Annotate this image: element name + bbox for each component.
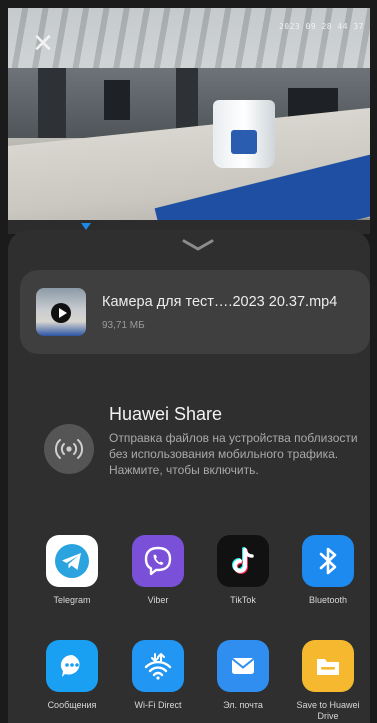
file-name: Камера для тест….2023 20.37.mp4 (102, 294, 338, 310)
wifi-direct-icon (132, 640, 184, 692)
huawei-share-title[interactable]: Huawei Share (109, 404, 222, 425)
share-app-label: Wi-Fi Direct (134, 700, 182, 710)
share-app-email[interactable]: Эл. почта (201, 640, 285, 711)
share-app-label: Save to Huawei Drive (296, 700, 360, 721)
file-card[interactable]: Камера для тест….2023 20.37.mp4 93,71 МБ (20, 270, 370, 354)
tiktok-icon (217, 535, 269, 587)
video-monitor (104, 80, 130, 120)
telegram-icon (46, 535, 98, 587)
share-app-huawei-drive[interactable]: Save to Huawei Drive (286, 640, 370, 722)
playhead-marker-icon[interactable] (81, 223, 91, 230)
video-thumbnail (36, 288, 86, 336)
video-cabinet (38, 68, 66, 138)
play-icon (51, 303, 71, 323)
viber-icon (132, 535, 184, 587)
share-app-label: Bluetooth (308, 595, 348, 605)
share-app-label: Сообщения (47, 700, 97, 710)
huawei-drive-icon (302, 640, 354, 692)
share-app-wifi-direct[interactable]: Wi-Fi Direct (116, 640, 200, 711)
email-icon (217, 640, 269, 692)
messages-icon (46, 640, 98, 692)
bluetooth-icon (302, 535, 354, 587)
huawei-share-icon[interactable] (44, 424, 94, 474)
share-app-label: Telegram (53, 595, 91, 605)
share-app-bluetooth[interactable]: Bluetooth (286, 535, 370, 606)
video-preview[interactable]: ✕ 2023 09 28 44 37 (8, 8, 370, 220)
file-size: 93,71 МБ (102, 320, 145, 331)
share-app-tiktok[interactable]: TikTok (201, 535, 285, 606)
video-mug (213, 100, 275, 168)
share-app-telegram[interactable]: Telegram (30, 535, 114, 606)
video-timestamp: 2023 09 28 44 37 (278, 22, 364, 31)
chevron-down-icon[interactable] (178, 238, 218, 252)
huawei-share-description[interactable]: Отправка файлов на устройства поблизости… (109, 430, 359, 478)
share-app-label: TikTok (230, 595, 256, 605)
share-sheet: Камера для тест….2023 20.37.mp4 93,71 МБ… (8, 230, 370, 723)
share-app-viber[interactable]: Viber (116, 535, 200, 606)
close-icon[interactable]: ✕ (32, 30, 54, 56)
share-app-messages[interactable]: Сообщения (30, 640, 114, 711)
share-app-label: Viber (147, 595, 169, 605)
share-app-label: Эл. почта (223, 700, 263, 710)
